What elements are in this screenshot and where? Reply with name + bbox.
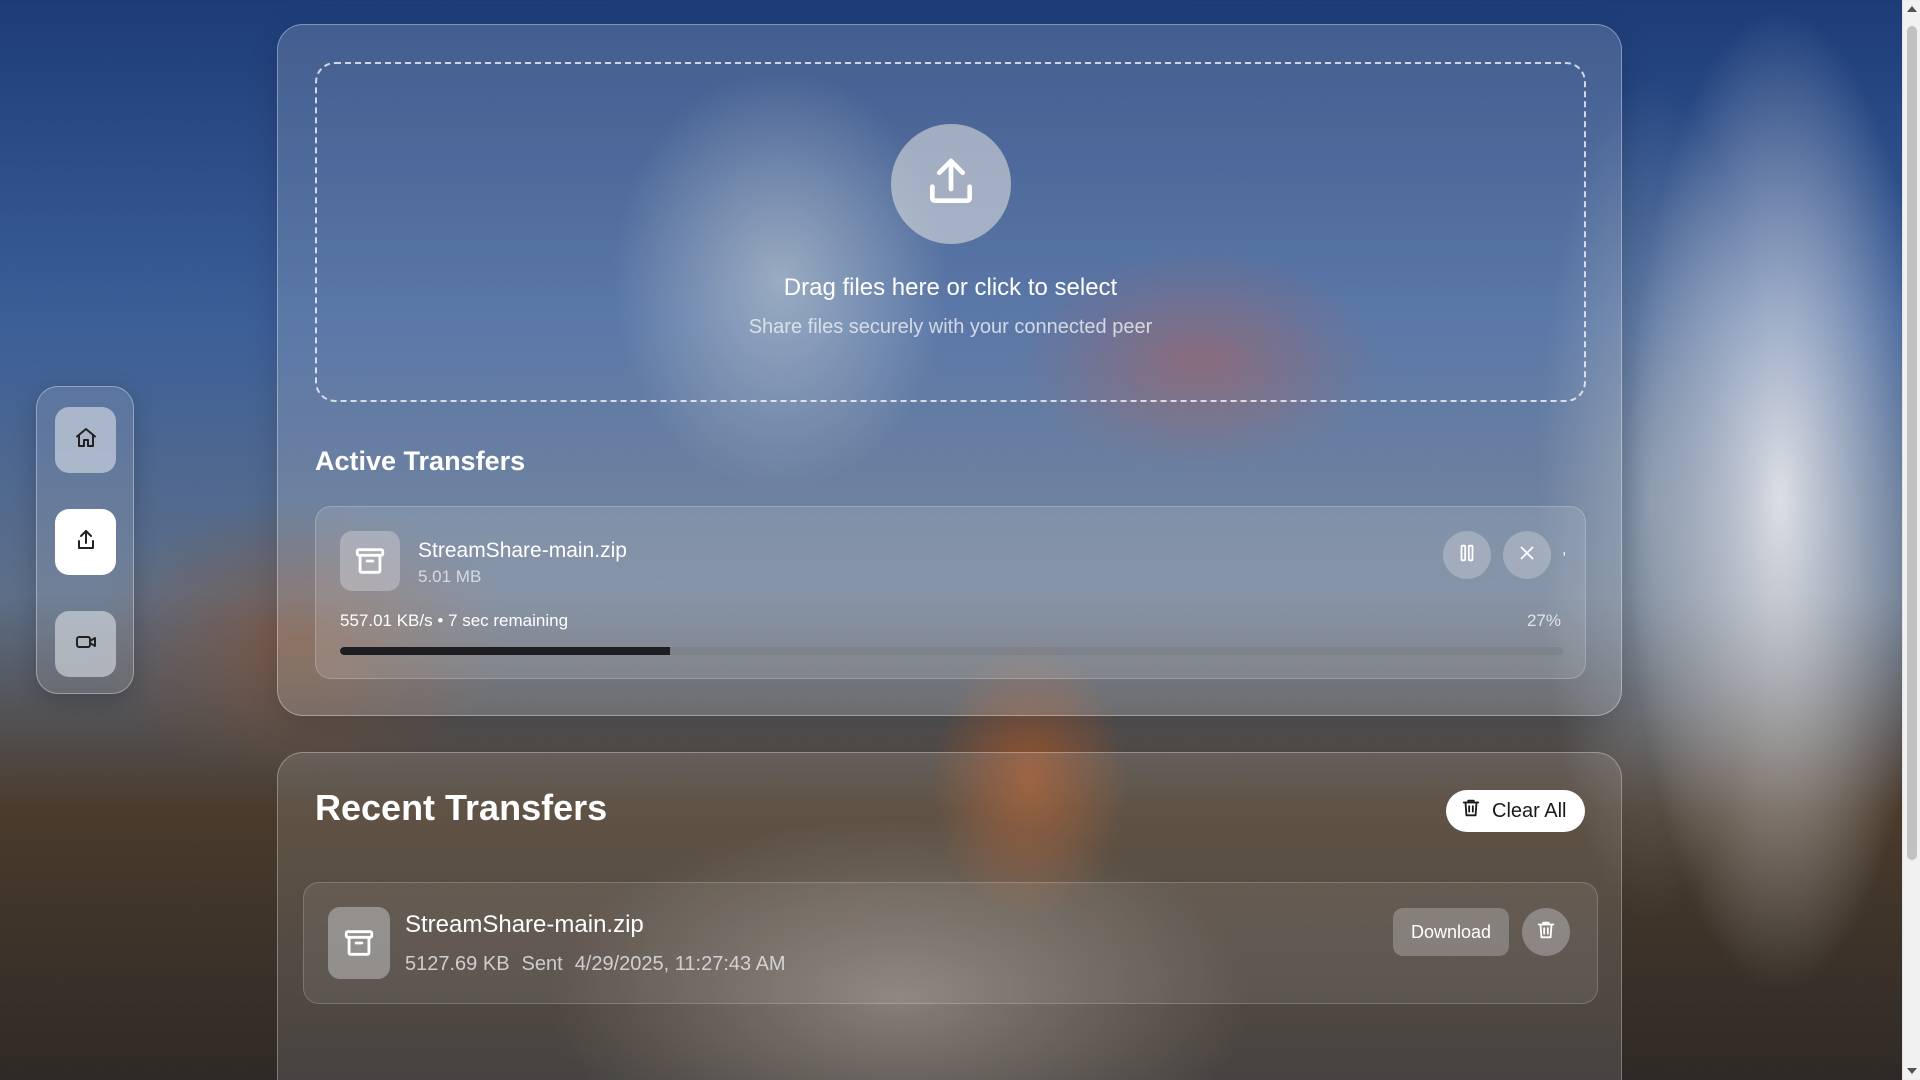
- download-button[interactable]: Download: [1393, 908, 1509, 956]
- trash-icon: [1535, 919, 1557, 946]
- recent-file-size: 5127.69 KB: [405, 953, 510, 975]
- cancel-transfer-button[interactable]: [1503, 531, 1551, 579]
- dropzone-title: Drag files here or click to select: [783, 274, 1118, 301]
- extra-mark: ,: [1562, 541, 1567, 558]
- home-icon: [74, 426, 98, 455]
- active-file-size: 5.01 MB: [418, 567, 482, 586]
- archive-icon: [340, 531, 400, 591]
- archive-icon: [328, 907, 390, 979]
- recent-transfer-item: StreamShare-main.zip 5127.69 KB Sent 4/2…: [303, 882, 1598, 1004]
- active-transfers-heading: Active Transfers: [315, 446, 526, 476]
- recent-file-direction: Sent: [521, 953, 563, 975]
- pause-button[interactable]: [1443, 531, 1491, 579]
- sidebar-item-share[interactable]: [55, 509, 116, 575]
- sidebar-nav: [36, 386, 134, 694]
- transfer-percent: 27%: [1526, 611, 1561, 630]
- scroll-down-arrow-icon[interactable]: [1907, 1068, 1917, 1074]
- active-file-name: StreamShare-main.zip: [418, 539, 627, 562]
- upload-icon: [923, 154, 979, 215]
- progress-bar: [340, 647, 1563, 655]
- close-icon: [1516, 542, 1538, 569]
- clear-all-button[interactable]: Clear All: [1446, 790, 1585, 832]
- scroll-thumb[interactable]: [1907, 26, 1917, 860]
- share-icon: [74, 528, 98, 557]
- sidebar-item-home[interactable]: [55, 407, 116, 473]
- page-scrollbar[interactable]: [1902, 0, 1920, 1080]
- transfer-status: 557.01 KB/s • 7 sec remaining: [340, 611, 569, 630]
- active-transfer-item: StreamShare-main.zip 5.01 MB , 557.01 KB…: [315, 506, 1586, 679]
- trash-icon: [1460, 797, 1482, 825]
- dropzone-subtitle: Share files securely with your connected…: [748, 316, 1153, 338]
- clear-all-label: Clear All: [1492, 799, 1567, 822]
- video-icon: [74, 630, 98, 659]
- scroll-up-arrow-icon[interactable]: [1907, 6, 1917, 12]
- pause-icon: [1456, 542, 1478, 569]
- recent-file-timestamp: 4/29/2025, 11:27:43 AM: [574, 953, 786, 975]
- progress-fill: [340, 647, 671, 655]
- upload-button[interactable]: [891, 124, 1011, 244]
- recent-file-meta: 5127.69 KB Sent 4/29/2025, 11:27:43 AM: [405, 953, 786, 976]
- share-panel: Drag files here or click to select Share…: [277, 24, 1622, 716]
- file-dropzone[interactable]: Drag files here or click to select Share…: [315, 62, 1586, 402]
- sidebar-item-video[interactable]: [55, 611, 116, 677]
- recent-transfers-panel: Recent Transfers Clear All StreamShare-m…: [277, 752, 1622, 1080]
- recent-transfers-heading: Recent Transfers: [315, 787, 608, 828]
- recent-file-name: StreamShare-main.zip: [405, 911, 644, 938]
- delete-transfer-button[interactable]: [1522, 908, 1570, 956]
